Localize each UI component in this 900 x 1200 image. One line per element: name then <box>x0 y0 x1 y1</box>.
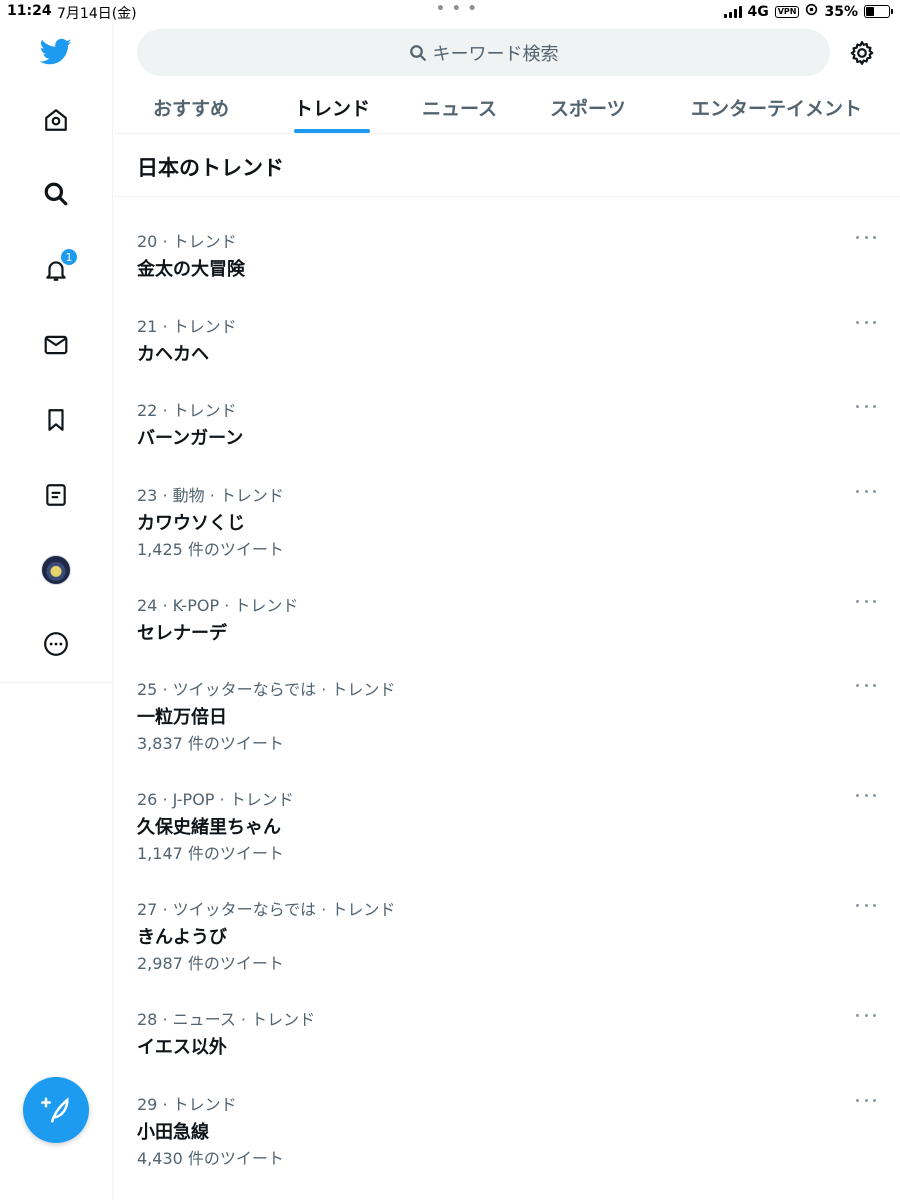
more-icon[interactable] <box>856 678 876 692</box>
status-time: 11:24 <box>7 3 52 19</box>
battery-icon <box>864 5 893 18</box>
trend-name: 一粒万倍日 <box>137 707 227 728</box>
network-label: 4G <box>747 3 769 20</box>
tab-trending[interactable]: トレンド <box>294 94 370 121</box>
trend-tweet-count: 1,425 件のツイート <box>137 540 284 559</box>
more-icon[interactable] <box>856 898 876 912</box>
trend-meta: 25 · ツイッターならでは · トレンド <box>137 680 396 699</box>
active-tab-indicator <box>294 129 370 133</box>
more-icon[interactable] <box>856 399 876 413</box>
more-icon[interactable] <box>856 594 876 608</box>
trend-name: イエス以外 <box>137 1037 227 1058</box>
status-bar: 11:24 7月14日(金) • • • 4G VPN 35% <box>0 0 900 24</box>
trend-name: セレナーデ <box>137 623 227 644</box>
trend-meta: 20 · トレンド <box>137 232 237 251</box>
trend-meta: 24 · K-POP · トレンド <box>137 596 299 615</box>
section-divider <box>114 196 900 197</box>
trend-meta: 28 · ニュース · トレンド <box>137 1010 316 1029</box>
compose-tweet-button[interactable] <box>23 1077 89 1143</box>
search-placeholder: キーワード検索 <box>432 43 559 65</box>
trend-meta: 21 · トレンド <box>137 317 237 336</box>
battery-fill <box>866 7 874 16</box>
main-content: キーワード検索 おすすめ トレンド ニュース スポーツ エンターテイメント 日本… <box>114 24 900 1200</box>
sidebar: 1 <box>0 24 113 1200</box>
more-icon[interactable] <box>856 1008 876 1022</box>
search-bar[interactable]: キーワード検索 <box>137 29 830 76</box>
avatar <box>41 555 71 585</box>
search-bar-icon <box>409 44 426 61</box>
rotation-lock-icon <box>805 3 818 20</box>
trend-tweet-count: 1,147 件のツイート <box>137 844 284 863</box>
more-icon[interactable] <box>856 788 876 802</box>
signal-icon <box>723 5 742 18</box>
trend-name: 金太の大冒険 <box>137 259 245 280</box>
trend-meta: 22 · トレンド <box>137 401 237 420</box>
trend-tweet-count: 3,837 件のツイート <box>137 734 284 753</box>
trend-name: きんようび <box>137 927 227 948</box>
more-options-icon[interactable] <box>38 626 74 662</box>
trend-name: カワウソくじ <box>137 513 245 534</box>
twitter-logo-icon[interactable] <box>38 34 74 70</box>
multitasking-dots-icon[interactable]: • • • <box>436 1 478 17</box>
trend-name: カヘカヘ <box>137 344 209 365</box>
trend-meta: 23 · 動物 · トレンド <box>137 486 284 505</box>
tab-entertainment[interactable]: エンターテイメント <box>691 94 862 121</box>
trend-name: 久保史緒里ちゃん <box>137 817 281 838</box>
messages-mail-icon[interactable] <box>38 327 74 363</box>
explore-tabs: おすすめ トレンド ニュース スポーツ エンターテイメント <box>114 86 900 134</box>
settings-gear-icon[interactable] <box>847 38 877 68</box>
notifications-bell-icon[interactable]: 1 <box>38 248 78 288</box>
tab-sports[interactable]: スポーツ <box>550 94 626 121</box>
search-icon[interactable] <box>38 176 74 212</box>
profile-avatar[interactable] <box>38 552 74 588</box>
more-icon[interactable] <box>856 315 876 329</box>
trend-meta: 27 · ツイッターならでは · トレンド <box>137 900 396 919</box>
trend-tweet-count: 4,430 件のツイート <box>137 1149 284 1168</box>
trend-meta: 26 · J-POP · トレンド <box>137 790 294 809</box>
compose-feather-icon <box>41 1097 69 1123</box>
trend-name: 小田急線 <box>137 1122 209 1143</box>
section-title: 日本のトレンド <box>137 156 284 180</box>
status-date: 7月14日(金) <box>57 6 137 22</box>
battery-percent: 35% <box>824 3 858 20</box>
more-icon[interactable] <box>856 230 876 244</box>
more-icon[interactable] <box>856 1093 876 1107</box>
tab-news[interactable]: ニュース <box>422 94 497 121</box>
trend-tweet-count: 2,987 件のツイート <box>137 954 284 973</box>
lists-icon[interactable] <box>38 477 74 513</box>
home-icon[interactable] <box>38 102 74 138</box>
vpn-badge: VPN <box>774 5 800 18</box>
notification-badge: 1 <box>60 248 78 266</box>
status-indicators: 4G VPN 35% <box>723 3 893 20</box>
tab-recommended[interactable]: おすすめ <box>153 94 229 121</box>
sidebar-divider <box>0 682 113 683</box>
more-icon[interactable] <box>856 484 876 498</box>
trend-name: バーンガーン <box>137 428 244 449</box>
trend-meta: 29 · トレンド <box>137 1095 237 1114</box>
bookmark-icon[interactable] <box>38 402 74 438</box>
